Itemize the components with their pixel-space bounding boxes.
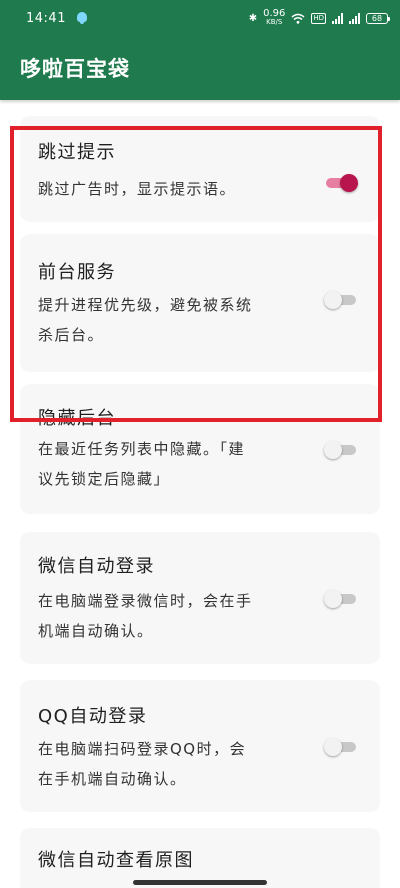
toggle-thumb: [324, 738, 342, 756]
setting-description-line: 在电脑端扫码登录QQ时，会: [38, 740, 247, 758]
toggle-thumb: [324, 291, 342, 309]
setting-description-line: 在最近任务列表中隐藏。「建: [38, 440, 246, 458]
setting-description-line: 在电脑端登录微信时，会在手: [38, 592, 253, 610]
setting-description: 在最近任务列表中隐藏。「建 议先锁定后隐藏」: [38, 434, 300, 494]
page-title: 哆啦百宝袋: [20, 57, 130, 81]
setting-card-wechat-view-original[interactable]: 微信自动查看原图: [20, 828, 380, 888]
setting-description-line: 跳过广告时，显示提示语。: [38, 180, 237, 198]
setting-title: QQ自动登录: [38, 706, 148, 727]
home-indicator[interactable]: [133, 880, 267, 885]
setting-title: 微信自动登录: [38, 556, 155, 577]
settings-list[interactable]: 跳过提示 跳过广告时，显示提示语。 前台服务 提升进程优先级，避免被系统 杀后台…: [0, 100, 400, 888]
setting-description: 在电脑端登录微信时，会在手 机端自动确认。: [38, 586, 300, 646]
setting-title: 隐藏后台: [38, 408, 116, 429]
network-speed-unit: KB/S: [266, 18, 283, 26]
battery-icon: 68: [366, 12, 390, 24]
setting-description-line: 在手机端自动确认。: [38, 770, 187, 788]
status-indicators: ✱ 0.96 KB/S HD 68: [248, 9, 390, 27]
setting-description-line: 机端自动确认。: [38, 622, 154, 640]
setting-card-qq-auto-login[interactable]: QQ自动登录 在电脑端扫码登录QQ时，会 在手机端自动确认。: [20, 680, 380, 812]
hd-badge: HD: [311, 12, 326, 24]
notification-icon: [76, 12, 88, 24]
skip-hint-toggle[interactable]: [324, 172, 358, 194]
setting-card-foreground-service[interactable]: 前台服务 提升进程优先级，避免被系统 杀后台。: [20, 234, 380, 372]
signal-strength-2-icon: [349, 12, 360, 24]
toggle-thumb: [324, 590, 342, 608]
toggle-thumb: [340, 174, 358, 192]
wifi-icon: [291, 13, 305, 24]
signal-strength-icon: [332, 12, 343, 24]
setting-card-skip-hint[interactable]: 跳过提示 跳过广告时，显示提示语。: [20, 116, 380, 222]
status-bar: 14:41 ✱ 0.96 KB/S HD 68: [0, 0, 400, 36]
bluetooth-icon: ✱: [248, 12, 258, 24]
setting-description: 跳过广告时，显示提示语。: [38, 174, 300, 204]
setting-description: 在电脑端扫码登录QQ时，会 在手机端自动确认。: [38, 734, 300, 794]
foreground-service-toggle[interactable]: [324, 289, 358, 311]
setting-card-hide-background[interactable]: 隐藏后台 在最近任务列表中隐藏。「建 议先锁定后隐藏」: [20, 384, 380, 514]
toggle-thumb: [324, 441, 342, 459]
qq-auto-login-toggle[interactable]: [324, 736, 358, 758]
setting-title: 前台服务: [38, 262, 116, 283]
network-speed: 0.96 KB/S: [263, 9, 285, 27]
setting-card-wechat-auto-login[interactable]: 微信自动登录 在电脑端登录微信时，会在手 机端自动确认。: [20, 532, 380, 664]
setting-description-line: 杀后台。: [38, 326, 105, 344]
wechat-auto-login-toggle[interactable]: [324, 588, 358, 610]
status-time: 14:41: [26, 10, 66, 26]
setting-title: 微信自动查看原图: [38, 850, 194, 871]
app-bar: 哆啦百宝袋: [0, 36, 400, 100]
hide-background-toggle[interactable]: [324, 439, 358, 461]
setting-description: 提升进程优先级，避免被系统 杀后台。: [38, 290, 300, 350]
setting-title: 跳过提示: [38, 142, 116, 163]
setting-description-line: 提升进程优先级，避免被系统: [38, 296, 253, 314]
setting-description-line: 议先锁定后隐藏」: [38, 470, 171, 488]
